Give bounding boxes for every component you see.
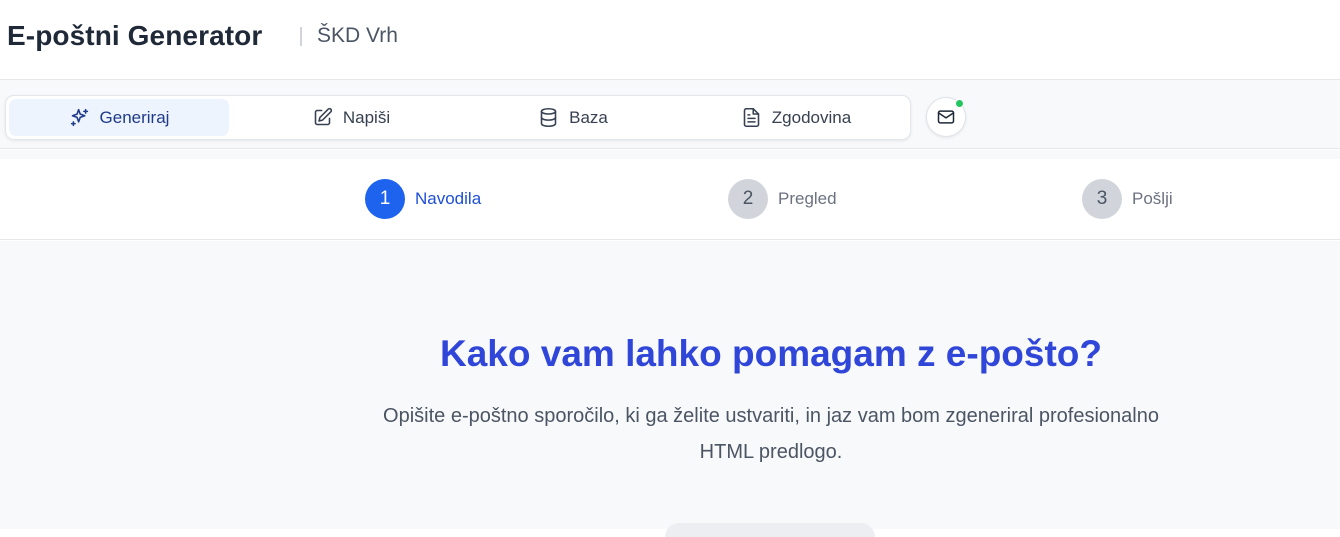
step-label: Pregled — [778, 189, 837, 208]
step-number: 2 — [728, 179, 768, 219]
tab-zgodovina[interactable]: Zgodovina — [686, 99, 906, 136]
step-indicator: 1 Navodila 2 Pregled 3 Pošlji — [0, 159, 1340, 240]
app-title: E-poštni Generator — [7, 20, 263, 51]
page-description: Opišite e-poštno sporočilo, ki ga želite… — [383, 405, 1159, 463]
app-header: E-poštni Generator ŠKD Vrh — [0, 0, 1340, 80]
mail-icon — [937, 110, 955, 124]
edit-icon — [314, 107, 332, 126]
tab-baza[interactable]: Baza — [463, 99, 683, 136]
step-label: Navodila — [415, 189, 482, 208]
navigation-bar: Generiraj Napiši Baza Zgodovina — [0, 80, 1340, 149]
step-number: 1 — [365, 179, 405, 219]
page-headline: Kako vam lahko pomagam z e-pošto? — [439, 333, 1103, 374]
step-poslji[interactable]: 3 Pošlji — [1082, 179, 1173, 219]
tab-label: Baza — [569, 107, 608, 127]
mail-button[interactable] — [926, 97, 966, 137]
sparkles-icon — [70, 108, 88, 127]
file-text-icon — [743, 107, 760, 128]
step-navodila[interactable]: 1 Navodila — [365, 179, 481, 219]
step-label: Pošlji — [1132, 189, 1173, 208]
tab-label: Zgodovina — [771, 107, 852, 127]
step-pregled[interactable]: 2 Pregled — [728, 179, 837, 219]
main-content: Kako vam lahko pomagam z e-pošto? Opišit… — [0, 241, 1340, 537]
step-number: 3 — [1082, 179, 1122, 219]
tab-label: Generiraj — [99, 107, 170, 127]
tab-bar: Generiraj Napiši Baza Zgodovina — [5, 95, 911, 140]
database-icon — [540, 107, 557, 128]
tab-label: Napiši — [342, 107, 391, 127]
online-status-dot — [955, 99, 964, 108]
title-divider — [300, 27, 302, 46]
tab-generiraj[interactable]: Generiraj — [9, 99, 229, 136]
section-gap — [0, 150, 1340, 159]
organization-name: ŠKD Vrh — [317, 24, 398, 47]
input-area-top — [665, 523, 875, 537]
tab-napisi[interactable]: Napiši — [241, 99, 461, 136]
